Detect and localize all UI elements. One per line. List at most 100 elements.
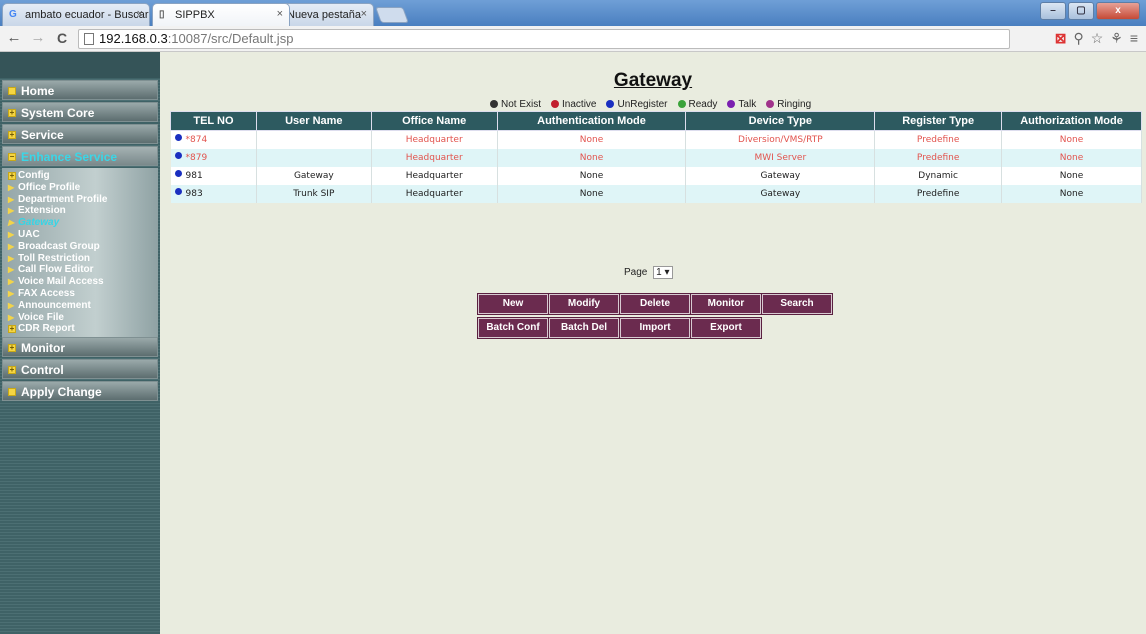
cell-register: Dynamic (874, 166, 1003, 185)
page-select[interactable]: 1 ▾ (653, 266, 673, 279)
maximize-button[interactable]: ▢ (1068, 2, 1094, 20)
sidebar-item-fax-access[interactable]: ▶ FAX Access (8, 288, 158, 300)
col-register-type[interactable]: Register Type (874, 111, 1003, 131)
modify-button[interactable]: Modify (548, 293, 620, 315)
cell-tel[interactable]: *879 (170, 148, 257, 167)
col-tel-no[interactable]: TEL NO (170, 111, 257, 131)
sidebar-item-label: Voice File (18, 311, 64, 323)
arrow-right-icon: ▶ (8, 182, 15, 192)
menu-monitor[interactable]: + Monitor (2, 337, 158, 358)
address-bar[interactable]: 192.168.0.3:10087/src/Default.jsp (78, 29, 1010, 49)
arrow-right-icon: ▶ (8, 241, 15, 251)
sidebar-item-label: Voice Mail Access (18, 276, 104, 288)
new-button[interactable]: New (477, 293, 549, 315)
sidebar-item-cdr-report[interactable]: + CDR Report (8, 323, 158, 335)
sidebar-item-toll-restriction[interactable]: ▶ Toll Restriction (8, 253, 158, 265)
star-icon[interactable]: ☆ (1091, 30, 1104, 46)
square-bullet-icon (8, 87, 16, 95)
extension-icon[interactable]: ⊠ (1055, 30, 1067, 46)
table-row[interactable]: 983 Trunk SIP Headquarter None Gateway P… (170, 184, 1142, 203)
cell-register: Predefine (874, 184, 1003, 203)
cell-user: Gateway (256, 166, 372, 185)
gateway-table: TEL NO User Name Office Name Authenticat… (170, 111, 1142, 203)
search-button[interactable]: Search (761, 293, 833, 315)
browser-toolbar: ← → C 192.168.0.3:10087/src/Default.jsp … (0, 26, 1146, 52)
menu-control[interactable]: + Control (2, 359, 158, 380)
reload-button[interactable]: C (54, 30, 70, 46)
col-authentication-mode[interactable]: Authentication Mode (496, 111, 687, 131)
monitor-button[interactable]: Monitor (690, 293, 762, 315)
close-icon[interactable]: × (137, 8, 143, 20)
sidebar-item-announcement[interactable]: ▶ Announcement (8, 300, 158, 312)
menu-apply-change[interactable]: Apply Change (2, 381, 158, 402)
menu-enhance-service[interactable]: − Enhance Service (2, 146, 158, 166)
table-row[interactable]: *874 Headquarter None Diversion/VMS/RTP … (170, 130, 1142, 149)
sidebar-item-config[interactable]: + Config (8, 170, 158, 182)
cell-device: MWI Server (685, 148, 876, 167)
batch-del-button[interactable]: Batch Del (548, 317, 620, 339)
tab-label: SIPPBX (175, 9, 215, 21)
status-dot-icon (490, 100, 498, 108)
table-row[interactable]: *879 Headquarter None MWI Server Predefi… (170, 148, 1142, 167)
export-button[interactable]: Export (690, 317, 762, 339)
menu-home[interactable]: Home (2, 80, 158, 100)
arrow-right-icon: ▶ (8, 288, 15, 298)
import-button[interactable]: Import (619, 317, 691, 339)
sidebar-item-gateway[interactable]: ▶ Gateway (8, 217, 158, 229)
delete-button[interactable]: Delete (619, 293, 691, 315)
tel-value[interactable]: 981 (186, 171, 203, 181)
legend-ringing: Ringing (766, 99, 811, 110)
sidebar-item-office-profile[interactable]: ▶ Office Profile (8, 182, 158, 194)
pin-icon[interactable]: ⚲ (1073, 30, 1083, 46)
status-dot-icon (174, 170, 182, 177)
extension-puzzle-icon[interactable]: ⚘ (1110, 30, 1123, 46)
sidebar-item-department-profile[interactable]: ▶ Department Profile (8, 194, 158, 206)
plus-icon: + (8, 324, 16, 334)
tel-value[interactable]: *874 (186, 135, 208, 145)
menu-system-core[interactable]: + System Core (2, 102, 158, 122)
cell-tel[interactable]: 983 (170, 184, 257, 203)
tab-google-search[interactable]: G ambato ecuador - Buscar × (2, 3, 150, 26)
col-user-name[interactable]: User Name (255, 111, 372, 131)
tab-sippbx[interactable]: ▯ SIPPBX × (152, 3, 290, 26)
menu-icon[interactable]: ≡ (1130, 30, 1138, 46)
sidebar-item-call-flow-editor[interactable]: ▶ Call Flow Editor (8, 264, 158, 276)
sidebar-item-extension[interactable]: ▶ Extension (8, 205, 158, 217)
col-authorization-mode[interactable]: Authorization Mode (1001, 111, 1142, 131)
batch-conf-button[interactable]: Batch Conf (477, 317, 549, 339)
legend-inactive: Inactive (551, 99, 596, 110)
status-dot-icon (766, 100, 775, 108)
cell-tel[interactable]: *874 (170, 130, 257, 149)
sidebar-item-broadcast-group[interactable]: ▶ Broadcast Group (8, 241, 158, 253)
status-dot-icon (174, 152, 182, 159)
sidebar-item-label: Call Flow Editor (18, 264, 94, 276)
toolbar-icons: ⊠ ⚲ ☆ ⚘ ≡ (1055, 30, 1138, 46)
close-icon[interactable]: × (277, 8, 283, 20)
tel-value[interactable]: *879 (186, 153, 208, 163)
back-button[interactable]: ← (6, 30, 22, 46)
close-window-button[interactable]: x (1096, 2, 1140, 20)
col-device-type[interactable]: Device Type (685, 111, 876, 131)
cell-authz: None (1001, 148, 1142, 167)
chevron-down-icon: ▾ (664, 267, 670, 278)
plus-icon: + (8, 108, 16, 117)
sidebar-item-uac[interactable]: ▶ UAC (8, 229, 158, 241)
cell-tel[interactable]: 981 (170, 166, 257, 185)
menu-service[interactable]: + Service (2, 124, 158, 144)
sidebar-item-voice-file[interactable]: ▶ Voice File (8, 312, 158, 324)
minimize-button[interactable]: – (1040, 2, 1066, 20)
cell-office: Headquarter (371, 184, 498, 203)
pager: Page 1 ▾ (624, 266, 673, 279)
col-office-name[interactable]: Office Name (370, 111, 498, 131)
sidebar-item-label: Config (18, 170, 50, 181)
tel-value[interactable]: 983 (186, 189, 203, 199)
sidebar-item-label: Toll Restriction (18, 252, 91, 264)
plus-icon: + (8, 365, 16, 375)
table-row[interactable]: 981 Gateway Headquarter None Gateway Dyn… (170, 166, 1142, 185)
tab-label: ambato ecuador - Buscar (25, 9, 149, 21)
close-icon[interactable]: × (361, 8, 367, 20)
arrow-right-icon: ▶ (8, 206, 15, 216)
forward-button[interactable]: → (30, 30, 46, 46)
sidebar-item-voice-mail-access[interactable]: ▶ Voice Mail Access (8, 276, 158, 288)
new-tab-button[interactable] (375, 7, 409, 23)
